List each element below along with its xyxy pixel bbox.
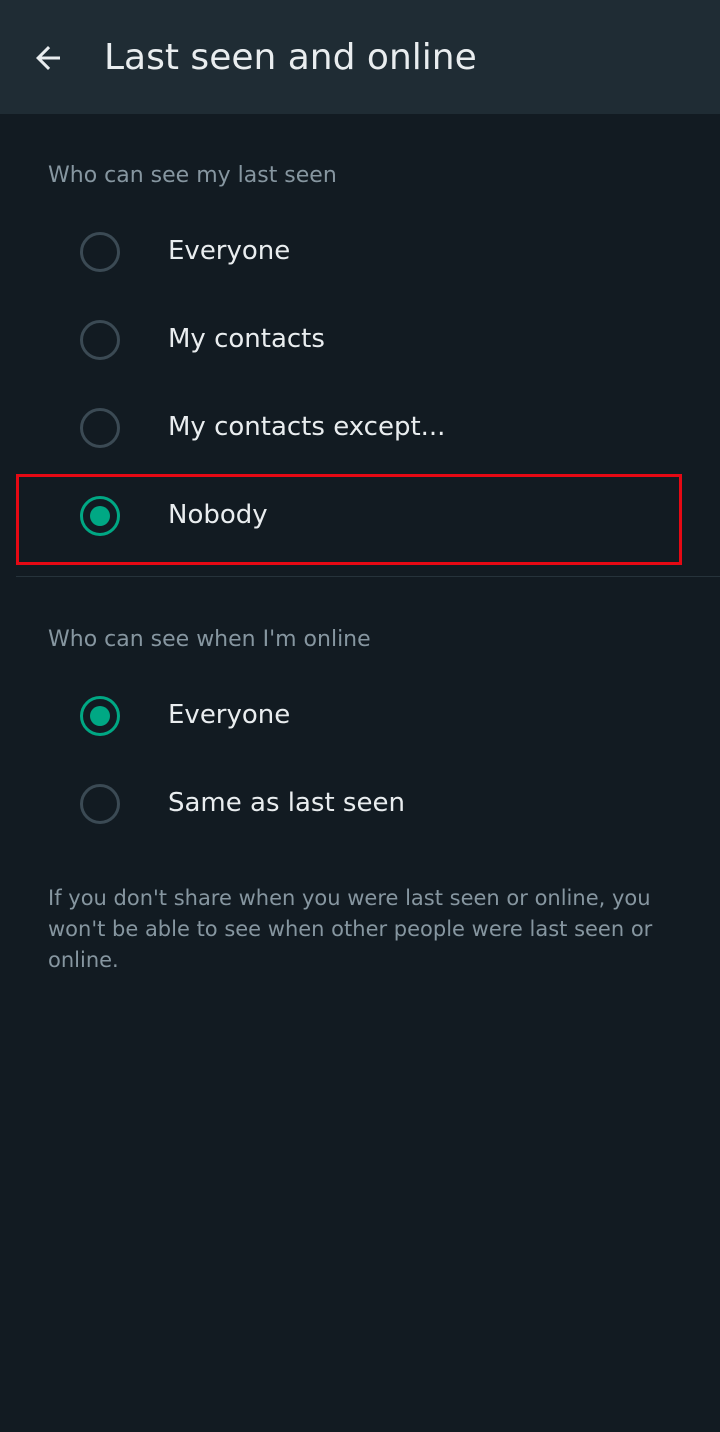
last-seen-option-everyone[interactable]: Everyone <box>0 208 720 296</box>
option-label: My contacts except... <box>168 412 446 442</box>
option-label: Same as last seen <box>168 788 405 818</box>
radio-dot <box>90 706 110 726</box>
radio-button-selected[interactable] <box>80 496 120 536</box>
option-label: Everyone <box>168 236 291 266</box>
option-label: Nobody <box>168 500 268 530</box>
radio-button[interactable] <box>80 232 120 272</box>
online-option-same-as-last-seen[interactable]: Same as last seen <box>0 760 720 848</box>
app-screen: Last seen and online Who can see my last… <box>0 0 720 1432</box>
section-divider <box>16 576 720 577</box>
arrow-left-icon <box>36 46 60 70</box>
page-title: Last seen and online <box>104 37 477 78</box>
radio-button[interactable] <box>80 320 120 360</box>
radio-button[interactable] <box>80 784 120 824</box>
online-option-everyone[interactable]: Everyone <box>0 672 720 760</box>
privacy-footnote: If you don't share when you were last se… <box>48 886 653 972</box>
last-seen-option-my-contacts-except[interactable]: My contacts except... <box>0 384 720 472</box>
radio-button[interactable] <box>80 408 120 448</box>
toolbar: Last seen and online <box>0 0 720 114</box>
radio-dot <box>90 506 110 526</box>
last-seen-section-label: Who can see my last seen <box>48 163 337 188</box>
last-seen-option-my-contacts[interactable]: My contacts <box>0 296 720 384</box>
last-seen-option-nobody[interactable]: Nobody <box>0 472 720 560</box>
option-label: Everyone <box>168 700 291 730</box>
online-section-label: Who can see when I'm online <box>48 627 371 652</box>
back-button[interactable] <box>18 28 78 88</box>
radio-button-selected[interactable] <box>80 696 120 736</box>
option-label: My contacts <box>168 324 325 354</box>
